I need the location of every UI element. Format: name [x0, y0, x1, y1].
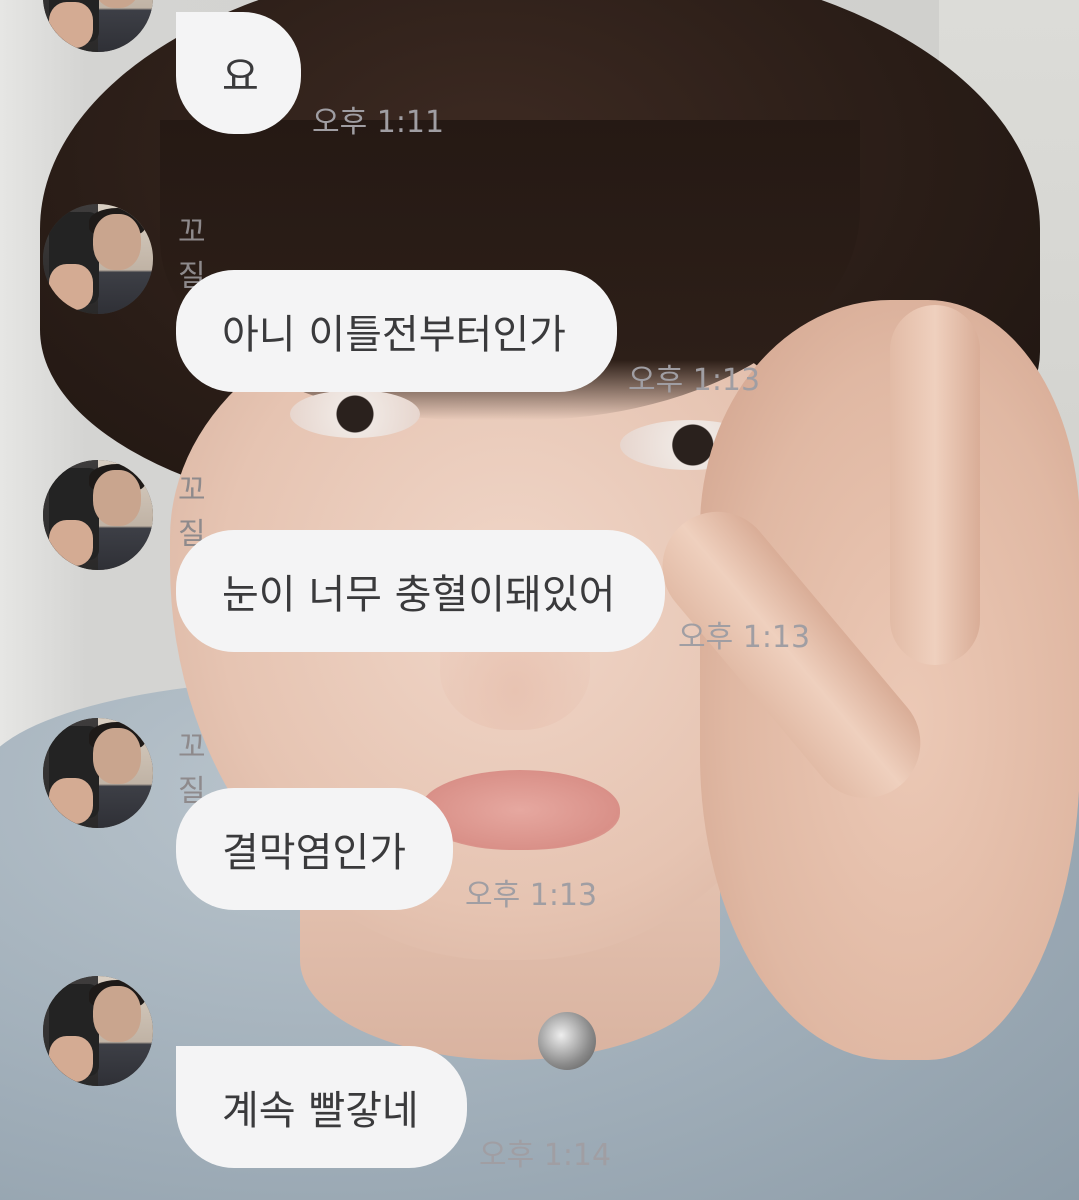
avatar[interactable] — [43, 718, 153, 828]
avatar[interactable] — [43, 204, 153, 314]
message-text: 요 — [222, 54, 259, 100]
message-bubble[interactable]: 요 — [176, 12, 301, 134]
message-text: 계속 빨갛네 — [222, 1088, 419, 1134]
message-timestamp: 오후 1:14 — [479, 1138, 612, 1173]
message-timestamp: 오후 1:11 — [312, 105, 445, 140]
message-timestamp: 오후 1:13 — [465, 878, 598, 913]
message-timestamp: 오후 1:13 — [678, 620, 811, 655]
avatar[interactable] — [43, 976, 153, 1086]
message-bubble[interactable]: 결막염인가 — [176, 788, 453, 910]
avatar[interactable] — [43, 0, 153, 52]
chat-message-list: 요 오후 1:11 꼬질이 아니 이틀전부터인가 오후 1:13 꼬질이 눈이 … — [0, 0, 1079, 1200]
message-bubble[interactable]: 계속 빨갛네 — [176, 1046, 467, 1168]
message-bubble[interactable]: 눈이 너무 충혈이돼있어 — [176, 530, 665, 652]
avatar[interactable] — [43, 460, 153, 570]
message-timestamp: 오후 1:13 — [628, 363, 761, 398]
message-text: 눈이 너무 충혈이돼있어 — [222, 572, 616, 618]
message-text: 결막염인가 — [222, 830, 406, 876]
message-bubble[interactable]: 아니 이틀전부터인가 — [176, 270, 617, 392]
message-text: 아니 이틀전부터인가 — [222, 312, 566, 358]
